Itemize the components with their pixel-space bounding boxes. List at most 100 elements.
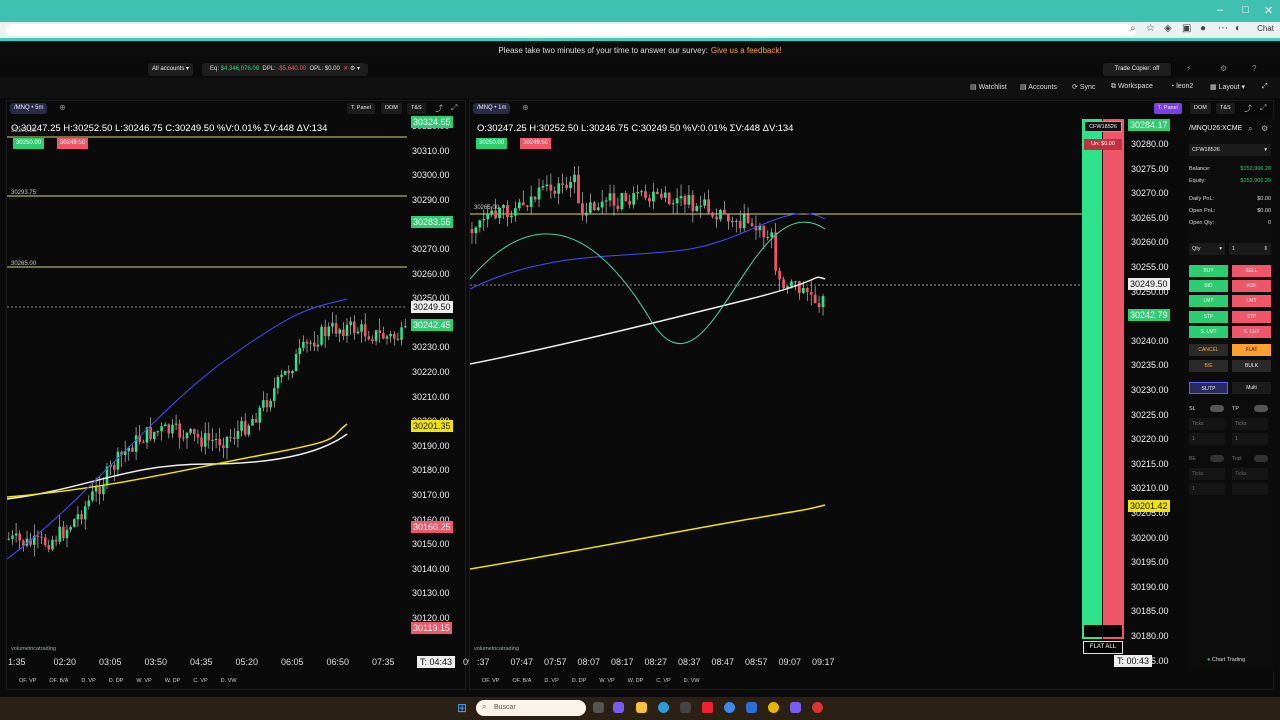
search-icon[interactable]: ⌕ bbox=[1248, 124, 1252, 134]
taskbar-search[interactable]: Buscar bbox=[476, 700, 586, 716]
tab-d-dp[interactable]: D. DP bbox=[572, 678, 587, 684]
trade-account-select[interactable]: CFW18526 ▾ bbox=[1189, 144, 1271, 156]
tab-d-vw[interactable]: D. VW bbox=[684, 678, 700, 684]
url-input[interactable] bbox=[6, 24, 1136, 36]
tab-of-ba[interactable]: OF. B/A bbox=[49, 678, 68, 684]
close-icon[interactable]: ✕ bbox=[1264, 4, 1273, 17]
copilot-icon[interactable]: ◐ bbox=[1235, 23, 1241, 34]
task-view-icon[interactable] bbox=[593, 702, 604, 713]
be-toggle[interactable] bbox=[1210, 455, 1224, 462]
left-bid-tag[interactable]: 30250.00 bbox=[13, 138, 45, 149]
left-tpanel-button[interactable]: T. Panel bbox=[347, 103, 375, 114]
outlook-icon[interactable] bbox=[746, 702, 757, 713]
popout-icon[interactable]: ⤴ bbox=[1244, 103, 1252, 114]
trail-toggle[interactable] bbox=[1254, 455, 1268, 462]
browser-app-icon[interactable] bbox=[812, 702, 823, 713]
buy-button[interactable]: BUY bbox=[1189, 265, 1228, 277]
buy-stop-limit-button[interactable]: S. LMT bbox=[1189, 326, 1228, 338]
profile-icon[interactable]: ● bbox=[1200, 23, 1206, 34]
sync-button[interactable]: ⟳ Sync bbox=[1072, 83, 1095, 91]
dom-ladder-strip[interactable]: CFW18526 Un: $0.00 FLAT ALL bbox=[1082, 119, 1124, 659]
chat-label[interactable]: Chat bbox=[1257, 24, 1274, 33]
tab-d-vw[interactable]: D. VW bbox=[221, 678, 237, 684]
tab-d-dp[interactable]: D. DP bbox=[109, 678, 124, 684]
tp-ticks-select[interactable]: Ticks bbox=[1232, 418, 1268, 430]
tab-w-vp[interactable]: W. VP bbox=[136, 678, 151, 684]
buy-stop-button[interactable]: STP bbox=[1189, 311, 1228, 323]
right-chart-canvas[interactable] bbox=[470, 119, 1082, 659]
left-bottom-tabs[interactable]: OF. VP OF. B/A D. VP D. DP W. VP W. DP C. VP D.… bbox=[19, 678, 250, 684]
left-dom-button[interactable]: DOM bbox=[381, 103, 402, 114]
ask-button[interactable]: ASK bbox=[1232, 280, 1271, 292]
bid-button[interactable]: BID bbox=[1189, 280, 1228, 292]
sell-limit-button[interactable]: LMT bbox=[1232, 295, 1271, 307]
tab-of-vp[interactable]: OF. VP bbox=[19, 678, 36, 684]
left-ask-tag[interactable]: 30249.50 bbox=[57, 138, 89, 149]
be-value-input[interactable]: 1 bbox=[1189, 483, 1225, 495]
popout-icon[interactable]: ⤴ bbox=[435, 103, 443, 114]
app-icon[interactable] bbox=[702, 702, 713, 713]
left-chart-canvas[interactable] bbox=[7, 119, 407, 659]
gear-icon[interactable]: ⚙ bbox=[1261, 124, 1268, 133]
multi-tab[interactable]: Multi bbox=[1232, 382, 1271, 394]
flat-button[interactable]: FLAT bbox=[1232, 344, 1271, 356]
right-symbol-select[interactable]: /MNQ • 1m bbox=[473, 103, 511, 114]
right-dom-button[interactable]: DOM bbox=[1190, 103, 1211, 114]
tab-w-dp[interactable]: W. DP bbox=[165, 678, 181, 684]
sl-ticks-select[interactable]: Ticks bbox=[1189, 418, 1225, 430]
chart-trading-toggle[interactable]: ● Chart Trading bbox=[1207, 657, 1245, 663]
left-symbol-select[interactable]: /MNQ • 5m bbox=[10, 103, 48, 114]
trade-copier-button[interactable]: Trade Copier: off bbox=[1103, 63, 1171, 76]
extension-icon[interactable]: ◈ bbox=[1164, 23, 1172, 34]
maximize-icon[interactable]: □ bbox=[1242, 4, 1249, 16]
right-tpanel-button[interactable]: T. Panel bbox=[1154, 103, 1182, 114]
maximize-chart-icon[interactable]: ⤢ bbox=[1260, 103, 1266, 113]
trade-symbol[interactable]: /MNQU26:XCME bbox=[1189, 125, 1242, 132]
tabs-icon[interactable]: ▣ bbox=[1182, 23, 1191, 34]
dom-bid-column[interactable] bbox=[1082, 119, 1102, 639]
accounts-button[interactable]: ▤ Accounts bbox=[1020, 83, 1057, 91]
tab-d-vp[interactable]: D. VP bbox=[544, 678, 558, 684]
right-ts-button[interactable]: T&S bbox=[1216, 103, 1235, 114]
tab-c-vp[interactable]: C. VP bbox=[193, 678, 207, 684]
qty-type-select[interactable]: Qty ▾ bbox=[1189, 243, 1225, 255]
tab-w-vp[interactable]: W. VP bbox=[599, 678, 614, 684]
settings-icon[interactable]: ⚙ bbox=[350, 66, 355, 72]
tab-c-vp[interactable]: C. VP bbox=[656, 678, 670, 684]
watchlist-button[interactable]: ▤ Watchlist bbox=[970, 83, 1007, 91]
notify-icon[interactable]: ⚡ bbox=[1186, 64, 1192, 73]
fullscreen-icon[interactable]: ⤢ bbox=[1262, 83, 1268, 91]
be-ticks-select[interactable]: Ticks bbox=[1189, 468, 1225, 480]
tab-w-dp[interactable]: W. DP bbox=[628, 678, 644, 684]
trail-ticks-select[interactable]: Ticks bbox=[1232, 468, 1268, 480]
user-button[interactable]: ◔ leon2 bbox=[1170, 83, 1193, 90]
dom-ask-column[interactable] bbox=[1103, 119, 1124, 639]
windows-start-icon[interactable]: ⊞ bbox=[457, 701, 467, 715]
chrome-icon[interactable] bbox=[768, 702, 779, 713]
right-ask-tag[interactable]: 30249.50 bbox=[520, 138, 552, 149]
sl-toggle[interactable] bbox=[1210, 405, 1224, 412]
close-positions-icon[interactable]: ✕ bbox=[343, 66, 348, 72]
account-select[interactable]: All accounts ▾ bbox=[148, 63, 194, 76]
tab-of-ba[interactable]: OF. B/A bbox=[512, 678, 531, 684]
edge-icon[interactable] bbox=[658, 702, 669, 713]
sltp-tab[interactable]: SL/TP bbox=[1189, 382, 1228, 394]
bulk-button[interactable]: BULK bbox=[1232, 360, 1271, 372]
add-indicator-icon[interactable]: ⊕ bbox=[59, 103, 66, 112]
sell-stop-button[interactable]: STP bbox=[1232, 311, 1271, 323]
stepper-icon[interactable]: ⇕ bbox=[1263, 243, 1268, 255]
store-icon[interactable] bbox=[680, 702, 691, 713]
discord-icon[interactable] bbox=[790, 702, 801, 713]
help-app-icon[interactable] bbox=[724, 702, 735, 713]
qty-input[interactable]: 1 ⇕ bbox=[1229, 243, 1271, 255]
buy-limit-button[interactable]: LMT bbox=[1189, 295, 1228, 307]
help-icon[interactable]: ? bbox=[1252, 64, 1256, 73]
right-bid-tag[interactable]: 30250.00 bbox=[476, 138, 508, 149]
trail-value-input[interactable] bbox=[1232, 483, 1268, 495]
account-tag[interactable]: CFW18526 bbox=[1084, 121, 1122, 132]
sl-value-input[interactable]: 1 bbox=[1189, 433, 1225, 445]
workspace-button[interactable]: ⧉ Workspace bbox=[1111, 83, 1153, 91]
more-icon[interactable]: ⋯ bbox=[1218, 23, 1228, 34]
tp-toggle[interactable] bbox=[1254, 405, 1268, 412]
left-ts-button[interactable]: T&S bbox=[407, 103, 426, 114]
